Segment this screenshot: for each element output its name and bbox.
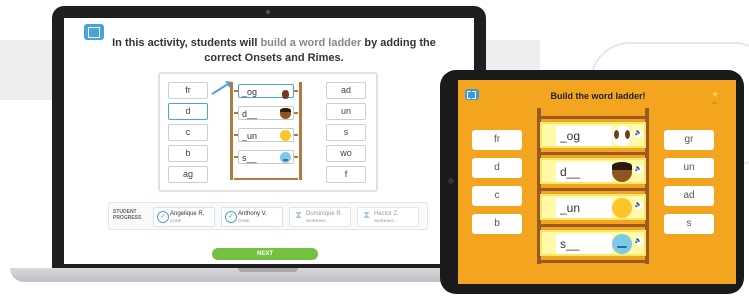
star-icon: ★: [711, 89, 720, 99]
rime-tile[interactable]: gr: [664, 130, 714, 150]
student-name: Dominique R.: [306, 211, 343, 217]
onset-tile[interactable]: ag: [168, 166, 208, 183]
star-count: 12: [712, 100, 717, 105]
boy-emoji-icon: [612, 162, 632, 182]
sun-emoji-icon: [612, 198, 632, 218]
ladder-rung: [234, 178, 298, 180]
student-status: WORKING...: [374, 218, 397, 223]
ladder-slot-text: d__: [242, 109, 258, 119]
student-name: Anthony V.: [238, 211, 267, 217]
rime-tile[interactable]: un: [326, 103, 366, 120]
speaker-icon[interactable]: 🔈: [634, 129, 643, 138]
speaker-icon[interactable]: 🔈: [634, 165, 643, 174]
title-text-highlight: build a word ladder: [260, 37, 362, 49]
student-screen: Build the word ladder! ★ 12 _og 🔈 d__ 🔈 _un 🔈…: [458, 80, 736, 284]
tablet-word-ladder: _og 🔈 d__ 🔈 _un 🔈 s__ 🔈: [537, 108, 649, 264]
student-status: DONE: [238, 218, 250, 223]
onset-tile[interactable]: b: [472, 214, 522, 234]
tablet-title: Build the word ladder!: [550, 91, 646, 101]
ladder-slot[interactable]: s__: [238, 150, 294, 164]
ladder-slot-text: s__: [556, 234, 612, 254]
ladder-slot[interactable]: _og 🔈: [540, 122, 646, 148]
check-circle-icon: ✓: [157, 211, 169, 223]
hourglass-icon: ⧗: [363, 210, 371, 221]
student-progress-label: STUDENT PROGRESS: [113, 209, 142, 221]
onset-tile[interactable]: fr: [472, 130, 522, 150]
rime-tile[interactable]: f: [326, 166, 366, 183]
boy-emoji-icon: [280, 108, 291, 119]
ladder-slot-text: _og: [242, 87, 258, 97]
rime-tile[interactable]: wo: [326, 145, 366, 162]
ladder-slot-text: _og: [556, 126, 612, 146]
book-icon[interactable]: [84, 24, 104, 40]
ladder-slot[interactable]: s__ 🔈: [540, 230, 646, 256]
rime-tile[interactable]: ad: [326, 82, 366, 99]
dog-emoji-icon: [280, 86, 291, 99]
student-card: ⧗ Hector Z. WORKING...: [357, 207, 419, 227]
ladder-slot-text: d__: [556, 162, 612, 182]
onset-tile[interactable]: fr: [168, 82, 208, 99]
sun-emoji-icon: [280, 130, 291, 141]
book-icon[interactable]: [465, 89, 479, 100]
ladder-slot[interactable]: _un 🔈: [540, 194, 646, 220]
onset-tile[interactable]: b: [168, 145, 208, 162]
rime-tile[interactable]: ad: [664, 186, 714, 206]
sad-face-emoji-icon: [280, 152, 291, 163]
student-status: WORKING...: [306, 218, 329, 223]
ladder-rung: [540, 116, 646, 119]
rime-tile[interactable]: un: [664, 158, 714, 178]
teacher-screen: In this activity, students will build a …: [64, 18, 474, 264]
ladder-slot[interactable]: d__ 🔈: [540, 158, 646, 184]
tablet-home-button: [448, 178, 454, 184]
ladder-rail: [299, 82, 302, 180]
onset-tile[interactable]: d: [168, 103, 208, 120]
onset-tile[interactable]: c: [168, 124, 208, 141]
ladder-slot[interactable]: _un: [238, 128, 294, 142]
onset-tile[interactable]: c: [472, 186, 522, 206]
next-button[interactable]: NEXT: [212, 248, 318, 260]
rime-tile[interactable]: s: [664, 214, 714, 234]
speaker-icon[interactable]: 🔈: [634, 201, 643, 210]
ladder-rung: [540, 188, 646, 191]
student-status: DONE: [170, 218, 182, 223]
ladder-rung: [540, 152, 646, 155]
ladder-rail: [230, 82, 233, 180]
ladder-slot-text: s__: [242, 153, 257, 163]
title-text-start: In this activity, students will: [112, 37, 261, 49]
student-card: ✓ Angelique R. DONE: [153, 207, 215, 227]
word-ladder: _og d__ _un s__: [230, 82, 302, 180]
sad-face-emoji-icon: [612, 234, 632, 254]
speaker-icon[interactable]: 🔈: [634, 237, 643, 246]
student-name: Hector Z.: [374, 211, 399, 217]
ladder-rung: [540, 224, 646, 227]
dog-emoji-icon: [612, 126, 632, 146]
student-name: Angelique R.: [170, 211, 205, 217]
student-card: ✓ Anthony V. DONE: [221, 207, 283, 227]
student-progress-panel: STUDENT PROGRESS ✓ Angelique R. DONE ✓ Antho…: [108, 202, 428, 230]
laptop-camera: [266, 10, 270, 14]
ladder-slot[interactable]: d__: [238, 106, 294, 120]
activity-instructions: In this activity, students will build a …: [104, 36, 444, 66]
ladder-rung: [540, 260, 646, 263]
ladder-slot-text: _un: [556, 198, 612, 218]
ladder-slot-text: _un: [242, 131, 258, 141]
student-card: ⧗ Dominique R. WORKING...: [289, 207, 351, 227]
ladder-slot[interactable]: _og: [238, 84, 294, 99]
hourglass-icon: ⧗: [295, 210, 303, 221]
check-circle-icon: ✓: [225, 211, 237, 223]
laptop-base-notch: [238, 268, 298, 272]
rime-tile[interactable]: s: [326, 124, 366, 141]
onset-tile[interactable]: d: [472, 158, 522, 178]
